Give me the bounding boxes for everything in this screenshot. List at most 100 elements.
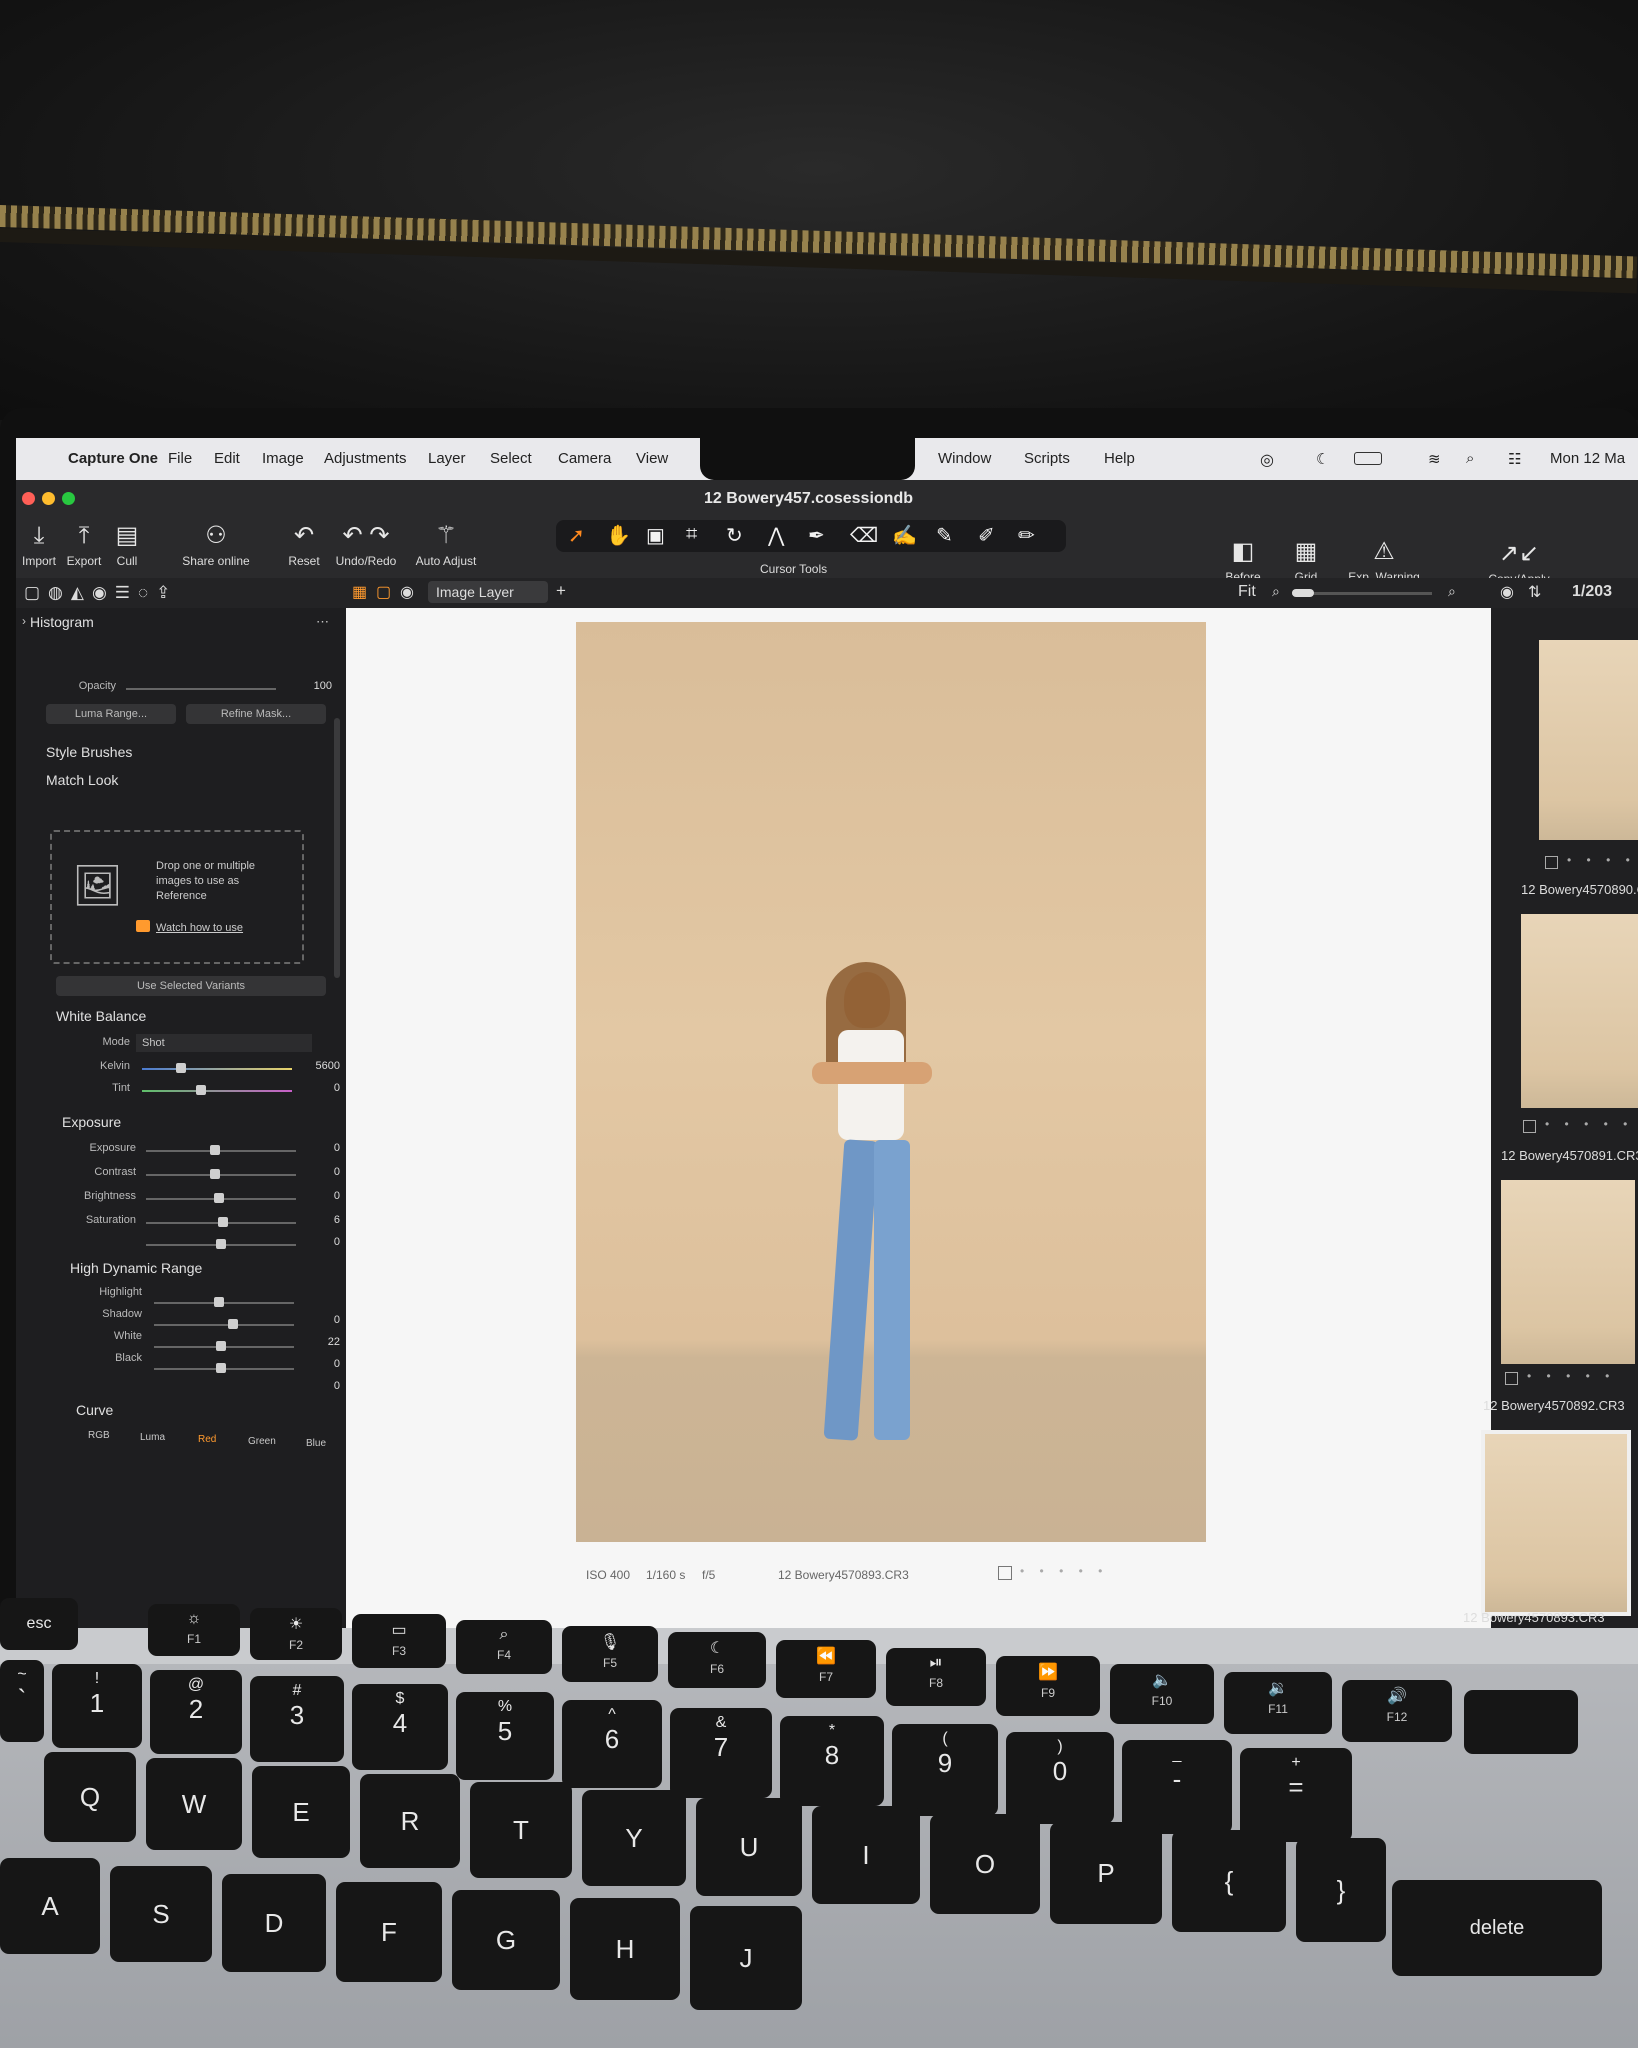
exposure-header[interactable]: Exposure bbox=[62, 1114, 121, 1130]
mask-brush-icon[interactable]: ✍ bbox=[892, 523, 917, 548]
key-left-brace[interactable]: { bbox=[1172, 1830, 1286, 1932]
wb-mode-select[interactable]: Shot bbox=[136, 1034, 312, 1052]
key-3[interactable]: #3 bbox=[250, 1676, 344, 1762]
key-9[interactable]: (9 bbox=[892, 1724, 998, 1816]
brightness-knob[interactable] bbox=[214, 1193, 224, 1203]
export-button[interactable]: ⤒ Export bbox=[64, 522, 104, 568]
thumbnail-1-rating[interactable]: • • • • bbox=[1567, 853, 1636, 867]
white-balance-header[interactable]: White Balance bbox=[56, 1008, 146, 1024]
key-a[interactable]: A bbox=[0, 1858, 100, 1954]
filmstrip-eye-icon[interactable]: ◉ bbox=[1500, 582, 1514, 602]
key-q[interactable]: Q bbox=[44, 1752, 136, 1842]
tint-value[interactable]: 0 bbox=[310, 1082, 340, 1094]
refine-mask-button[interactable]: Refine Mask... bbox=[186, 704, 326, 724]
key-1[interactable]: ! 1 bbox=[52, 1664, 142, 1748]
key-y[interactable]: Y bbox=[582, 1790, 686, 1886]
annotation-icon[interactable]: ✏ bbox=[1018, 523, 1035, 548]
chevron-right-icon[interactable]: › bbox=[22, 614, 26, 628]
select-cursor-icon[interactable]: ➚ bbox=[568, 523, 585, 548]
more-options-icon[interactable]: ⋯ bbox=[316, 614, 329, 630]
star-rating-dots[interactable]: • • • • • bbox=[1020, 1564, 1108, 1578]
histogram-header[interactable]: Histogram bbox=[30, 614, 94, 630]
key-f2[interactable]: ☀ F2 bbox=[250, 1608, 342, 1660]
key-f1[interactable]: ☼ F1 bbox=[148, 1604, 240, 1656]
contrast-value[interactable]: 0 bbox=[310, 1166, 340, 1178]
key-5[interactable]: % 5 bbox=[456, 1692, 554, 1780]
key-0[interactable]: ) 0 bbox=[1006, 1732, 1114, 1824]
extra-exposure-value[interactable]: 0 bbox=[310, 1236, 340, 1248]
hdr-extra-value[interactable]: 0 bbox=[310, 1380, 340, 1392]
menu-app-name[interactable]: Capture One bbox=[68, 450, 158, 467]
key-f6[interactable]: ☾ F6 bbox=[668, 1632, 766, 1688]
key-p[interactable]: P bbox=[1050, 1822, 1162, 1924]
panel-scrollbar[interactable] bbox=[334, 718, 340, 978]
control-center-icon[interactable]: ☷ bbox=[1508, 450, 1521, 468]
menu-scripts[interactable]: Scripts bbox=[1024, 450, 1070, 467]
layout-grid-icon[interactable]: ▦ bbox=[352, 582, 367, 602]
curve-tab-blue[interactable]: Blue bbox=[306, 1438, 326, 1449]
key-f7[interactable]: ⏪ F7 bbox=[776, 1640, 876, 1698]
tool-tabs-icons[interactable]: ▢◍◭◉☰◌⇪ bbox=[24, 583, 178, 603]
key-right-brace[interactable]: } bbox=[1296, 1838, 1386, 1942]
black-value[interactable]: 0 bbox=[310, 1358, 340, 1370]
key-delete[interactable]: delete bbox=[1392, 1880, 1602, 1976]
highlight-knob[interactable] bbox=[214, 1297, 224, 1307]
thumbnail-3[interactable] bbox=[1501, 1180, 1635, 1364]
eraser-icon[interactable]: ⌫ bbox=[850, 523, 878, 548]
key-t[interactable]: T bbox=[470, 1782, 572, 1878]
draw-mask-icon[interactable]: ✎ bbox=[936, 523, 953, 548]
tint-slider-knob[interactable] bbox=[196, 1085, 206, 1095]
crop-icon[interactable]: ⌗ bbox=[686, 523, 697, 546]
thumbnail-2[interactable] bbox=[1521, 914, 1638, 1108]
key-f[interactable]: F bbox=[336, 1882, 442, 1982]
menu-clock[interactable]: Mon 12 Ma bbox=[1550, 450, 1625, 467]
use-selected-variants-button[interactable]: Use Selected Variants bbox=[56, 976, 326, 996]
thumbnail-2-rating[interactable]: • • • • • bbox=[1545, 1117, 1633, 1131]
thumbnail-3-checkbox[interactable] bbox=[1505, 1372, 1518, 1385]
viewer-eye-icon[interactable]: ◉ bbox=[400, 582, 414, 602]
touch-id-key[interactable] bbox=[1464, 1690, 1578, 1754]
cull-button[interactable]: ▤ Cull bbox=[112, 522, 142, 568]
zoom-out-icon[interactable]: ⌕ bbox=[1272, 583, 1280, 600]
shadow-slider[interactable] bbox=[154, 1324, 294, 1326]
menu-layer[interactable]: Layer bbox=[428, 450, 466, 467]
curve-tab-rgb[interactable]: RGB bbox=[88, 1430, 110, 1441]
key-f5[interactable]: 🎙 F5 bbox=[562, 1626, 658, 1682]
close-window-button[interactable] bbox=[22, 492, 35, 505]
extra-exposure-knob[interactable] bbox=[216, 1239, 226, 1249]
menu-view[interactable]: View bbox=[636, 450, 668, 467]
key-2[interactable]: @2 bbox=[150, 1670, 242, 1754]
key-w[interactable]: W bbox=[146, 1758, 242, 1850]
key-f3[interactable]: ▭ F3 bbox=[352, 1614, 446, 1668]
key-d[interactable]: D bbox=[222, 1874, 326, 1972]
menu-select[interactable]: Select bbox=[490, 450, 532, 467]
zoom-loupe-icon[interactable]: ▣ bbox=[646, 523, 665, 548]
layer-selector[interactable]: Image Layer bbox=[428, 581, 548, 603]
battery-icon[interactable] bbox=[1354, 452, 1382, 465]
menu-camera[interactable]: Camera bbox=[558, 450, 611, 467]
kelvin-slider[interactable] bbox=[142, 1068, 292, 1070]
curve-tab-luma[interactable]: Luma bbox=[140, 1432, 165, 1443]
curve-tab-red[interactable]: Red bbox=[198, 1434, 216, 1445]
menu-adjustments[interactable]: Adjustments bbox=[324, 450, 407, 467]
spot-removal-icon[interactable]: ✒ bbox=[808, 523, 825, 548]
thumbnail-1-checkbox[interactable] bbox=[1545, 856, 1558, 869]
color-picker-icon[interactable]: ✐ bbox=[978, 523, 995, 548]
wifi-icon[interactable]: ≋ bbox=[1428, 450, 1441, 468]
hdr-header[interactable]: High Dynamic Range bbox=[70, 1260, 202, 1276]
key-h[interactable]: H bbox=[570, 1898, 680, 2000]
kelvin-value[interactable]: 5600 bbox=[310, 1060, 340, 1072]
contrast-slider[interactable] bbox=[146, 1174, 296, 1176]
contrast-knob[interactable] bbox=[210, 1169, 220, 1179]
exposure-value[interactable]: 0 bbox=[310, 1142, 340, 1154]
thumbnail-3-rating[interactable]: • • • • • bbox=[1527, 1369, 1615, 1383]
share-online-button[interactable]: ⚇ Share online bbox=[176, 522, 256, 568]
key-f10[interactable]: 🔈 F10 bbox=[1110, 1664, 1214, 1724]
key-i[interactable]: I bbox=[812, 1806, 920, 1904]
key-s[interactable]: S bbox=[110, 1866, 212, 1962]
shadow-knob[interactable] bbox=[228, 1319, 238, 1329]
sort-icon[interactable]: ⇅ bbox=[1528, 582, 1541, 602]
add-layer-icon[interactable]: + bbox=[556, 581, 566, 601]
menu-help[interactable]: Help bbox=[1104, 450, 1135, 467]
opacity-value[interactable]: 100 bbox=[302, 680, 332, 692]
